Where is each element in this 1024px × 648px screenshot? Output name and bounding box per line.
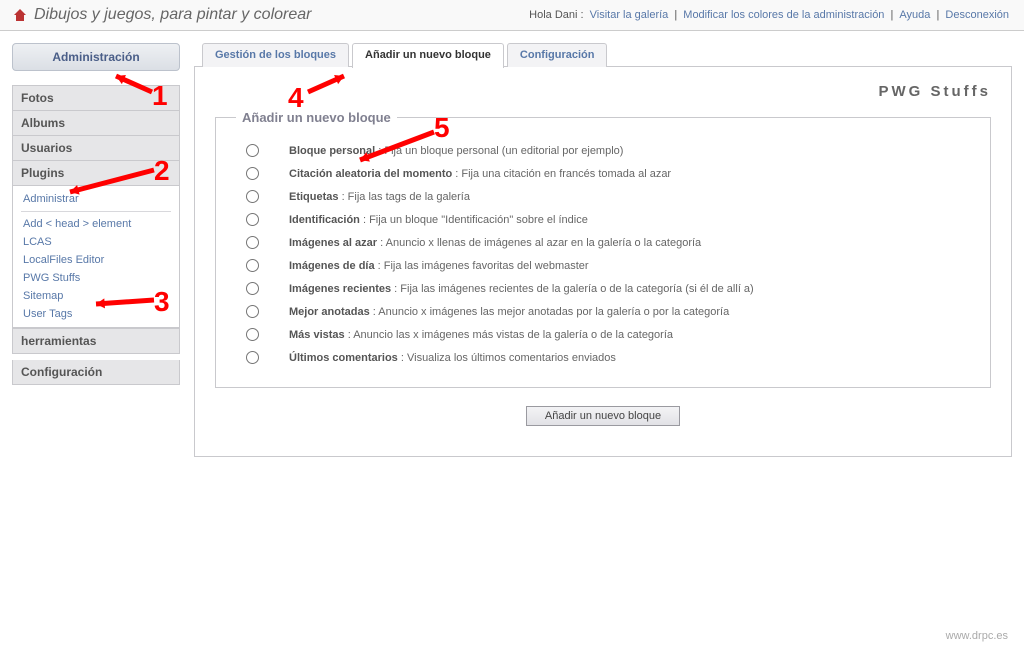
- header-right: Hola Dani : Visitar la galería | Modific…: [529, 9, 1012, 21]
- sidebar-section-configuracion[interactable]: Configuración: [12, 360, 180, 385]
- link-gallery[interactable]: Visitar la galería: [590, 9, 669, 21]
- block-row: Citación aleatoria del momento : Fija un…: [236, 162, 970, 185]
- block-label: Imágenes al azar : Anuncio x llenas de i…: [289, 237, 701, 249]
- block-title: Mejor anotadas: [289, 306, 370, 318]
- block-title: Imágenes de día: [289, 260, 375, 272]
- site-title: Dibujos y juegos, para pintar y colorear: [34, 6, 311, 24]
- block-radio[interactable]: [246, 305, 259, 318]
- block-radio[interactable]: [246, 190, 259, 203]
- sidebar-item-localfiles[interactable]: LocalFiles Editor: [13, 251, 179, 269]
- block-radio[interactable]: [246, 259, 259, 272]
- block-label: Etiquetas : Fija las tags de la galería: [289, 191, 470, 203]
- sidebar-item-usertags[interactable]: User Tags: [13, 305, 179, 323]
- block-radio[interactable]: [246, 144, 259, 157]
- block-label: Imágenes de día : Fija las imágenes favo…: [289, 260, 589, 272]
- block-title: Últimos comentarios: [289, 352, 398, 364]
- block-radio[interactable]: [246, 328, 259, 341]
- sidebar-section-usuarios[interactable]: Usuarios: [12, 136, 180, 161]
- header: Dibujos y juegos, para pintar y colorear…: [0, 0, 1024, 31]
- block-radio[interactable]: [246, 167, 259, 180]
- block-label: Identificación : Fija un bloque "Identif…: [289, 214, 588, 226]
- block-title: Más vistas: [289, 329, 345, 341]
- admin-button[interactable]: Administración: [12, 43, 180, 71]
- block-label: Citación aleatoria del momento : Fija un…: [289, 168, 671, 180]
- block-row: Más vistas : Anuncio las x imágenes más …: [236, 323, 970, 346]
- block-row: Imágenes recientes : Fija las imágenes r…: [236, 277, 970, 300]
- block-title: Identificación: [289, 214, 360, 226]
- sidebar-item-lcas[interactable]: LCAS: [13, 233, 179, 251]
- fieldset-add-block: Añadir un nuevo bloque Bloque personal :…: [215, 110, 991, 388]
- block-row: Imágenes de día : Fija las imágenes favo…: [236, 254, 970, 277]
- fieldset-legend: Añadir un nuevo bloque: [236, 110, 397, 125]
- block-title: Imágenes recientes: [289, 283, 391, 295]
- link-admin-colors[interactable]: Modificar los colores de la administraci…: [683, 9, 884, 21]
- block-row: Mejor anotadas : Anuncio x imágenes las …: [236, 300, 970, 323]
- block-row: Identificación : Fija un bloque "Identif…: [236, 208, 970, 231]
- tab-blocks[interactable]: Gestión de los bloques: [202, 43, 349, 67]
- main: Gestión de los bloques Añadir un nuevo b…: [194, 43, 1012, 457]
- sidebar-item-admin[interactable]: Administrar: [13, 190, 179, 208]
- block-radio[interactable]: [246, 213, 259, 226]
- footer-text: www.drpc.es: [946, 630, 1008, 642]
- sidebar-section-herramientas[interactable]: herramientas: [12, 328, 180, 354]
- home-icon[interactable]: [12, 7, 28, 23]
- panel: PWG Stuffs Añadir un nuevo bloque Bloque…: [194, 66, 1012, 457]
- block-label: Más vistas : Anuncio las x imágenes más …: [289, 329, 673, 341]
- tabs: Gestión de los bloques Añadir un nuevo b…: [202, 43, 1012, 67]
- submit-button[interactable]: Añadir un nuevo bloque: [526, 406, 680, 426]
- link-help[interactable]: Ayuda: [899, 9, 930, 21]
- block-row: Bloque personal : Fija un bloque persona…: [236, 139, 970, 162]
- block-row: Etiquetas : Fija las tags de la galería: [236, 185, 970, 208]
- sidebar-plugins-list: Administrar Add < head > element LCAS Lo…: [12, 186, 180, 328]
- tab-config[interactable]: Configuración: [507, 43, 608, 67]
- sidebar: Administración Fotos Albums Usuarios Plu…: [12, 43, 180, 457]
- panel-title: PWG Stuffs: [215, 83, 991, 100]
- sidebar-section-albums[interactable]: Albums: [12, 111, 180, 136]
- block-title: Etiquetas: [289, 191, 339, 203]
- sidebar-section-plugins[interactable]: Plugins: [12, 161, 180, 186]
- block-label: Mejor anotadas : Anuncio x imágenes las …: [289, 306, 729, 318]
- sidebar-item-sitemap[interactable]: Sitemap: [13, 287, 179, 305]
- sidebar-item-pwg[interactable]: PWG Stuffs: [13, 269, 179, 287]
- header-left: Dibujos y juegos, para pintar y colorear: [12, 6, 311, 24]
- block-title: Citación aleatoria del momento: [289, 168, 452, 180]
- block-row: Últimos comentarios : Visualiza los últi…: [236, 346, 970, 369]
- block-radio[interactable]: [246, 351, 259, 364]
- block-radio[interactable]: [246, 236, 259, 249]
- block-label: Últimos comentarios : Visualiza los últi…: [289, 352, 616, 364]
- block-row: Imágenes al azar : Anuncio x llenas de i…: [236, 231, 970, 254]
- greeting: Hola Dani: [529, 9, 577, 21]
- block-title: Imágenes al azar: [289, 237, 377, 249]
- tab-addnew[interactable]: Añadir un nuevo bloque: [352, 43, 504, 68]
- block-radio[interactable]: [246, 282, 259, 295]
- block-label: Imágenes recientes : Fija las imágenes r…: [289, 283, 754, 295]
- sidebar-section-fotos[interactable]: Fotos: [12, 85, 180, 111]
- block-label: Bloque personal : Fija un bloque persona…: [289, 145, 623, 157]
- link-logout[interactable]: Desconexión: [945, 9, 1009, 21]
- sidebar-item-head[interactable]: Add < head > element: [13, 215, 179, 233]
- block-title: Bloque personal: [289, 145, 375, 157]
